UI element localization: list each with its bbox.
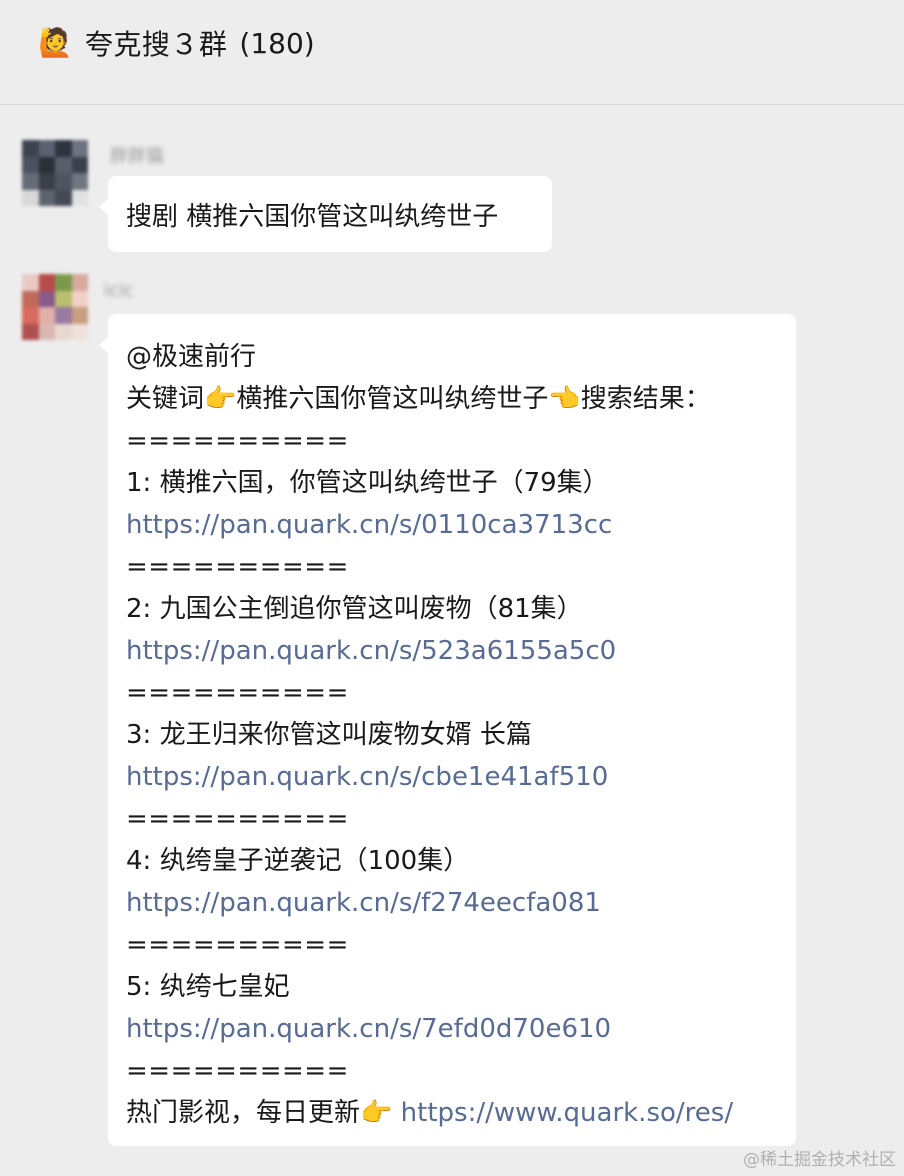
result-link[interactable]: https://pan.quark.cn/s/523a6155a5c0	[126, 630, 778, 672]
result-link[interactable]: https://pan.quark.cn/s/0110ca3713cc	[126, 504, 778, 546]
watermark: @稀土掘金技术社区	[743, 1150, 896, 1170]
separator: ==========	[126, 930, 349, 960]
keyword-line: 关键词👉横推六国你管这叫纨绔世子👈搜索结果：	[126, 384, 711, 414]
group-emoji-icon: 🙋	[38, 26, 73, 59]
message-bubble[interactable]: 搜剧 横推六国你管这叫纨绔世子	[99, 176, 552, 252]
result-title: 1: 横推六国，你管这叫纨绔世子（79集）	[126, 468, 609, 498]
separator: ==========	[126, 552, 349, 582]
result-title: 2: 九国公主倒追你管这叫废物（81集）	[126, 594, 583, 624]
separator: ==========	[126, 804, 349, 834]
sender-name: icic	[104, 280, 134, 301]
footer-link[interactable]: https://www.quark.so/res/	[401, 1098, 733, 1128]
result-title: 3: 龙王归来你管这叫废物女婿 长篇	[126, 720, 532, 750]
sender-name: 胖胖猫	[110, 146, 164, 167]
separator: ==========	[126, 426, 349, 456]
pointing-right-icon: 👉	[360, 1098, 393, 1128]
result-title: 4: 纨绔皇子逆袭记（100集）	[126, 846, 470, 876]
chat-header: 🙋 夸克搜３群 (180)	[0, 0, 904, 105]
footer-line: 热门影视，每日更新👉 https://www.quark.so/res/	[126, 1098, 734, 1128]
mention[interactable]: @极速前行	[126, 336, 778, 378]
message-bubble[interactable]: @极速前行 关键词👉横推六国你管这叫纨绔世子👈搜索结果： ========== …	[99, 314, 796, 1146]
result-link[interactable]: https://pan.quark.cn/s/7efd0d70e610	[126, 1008, 778, 1050]
result-link[interactable]: https://pan.quark.cn/s/f274eecfa081	[126, 882, 778, 924]
message-text: 搜剧 横推六国你管这叫纨绔世子	[126, 202, 499, 232]
member-count: (180)	[239, 26, 315, 60]
separator: ==========	[126, 678, 349, 708]
avatar[interactable]	[22, 274, 88, 340]
group-name[interactable]: 夸克搜３群	[85, 23, 228, 63]
avatar[interactable]	[22, 140, 88, 206]
pointing-right-icon: 👉	[204, 384, 237, 414]
pointing-left-icon: 👈	[548, 384, 581, 414]
separator: ==========	[126, 1056, 349, 1086]
result-link[interactable]: https://pan.quark.cn/s/cbe1e41af510	[126, 756, 778, 798]
result-title: 5: 纨绔七皇妃	[126, 972, 290, 1002]
